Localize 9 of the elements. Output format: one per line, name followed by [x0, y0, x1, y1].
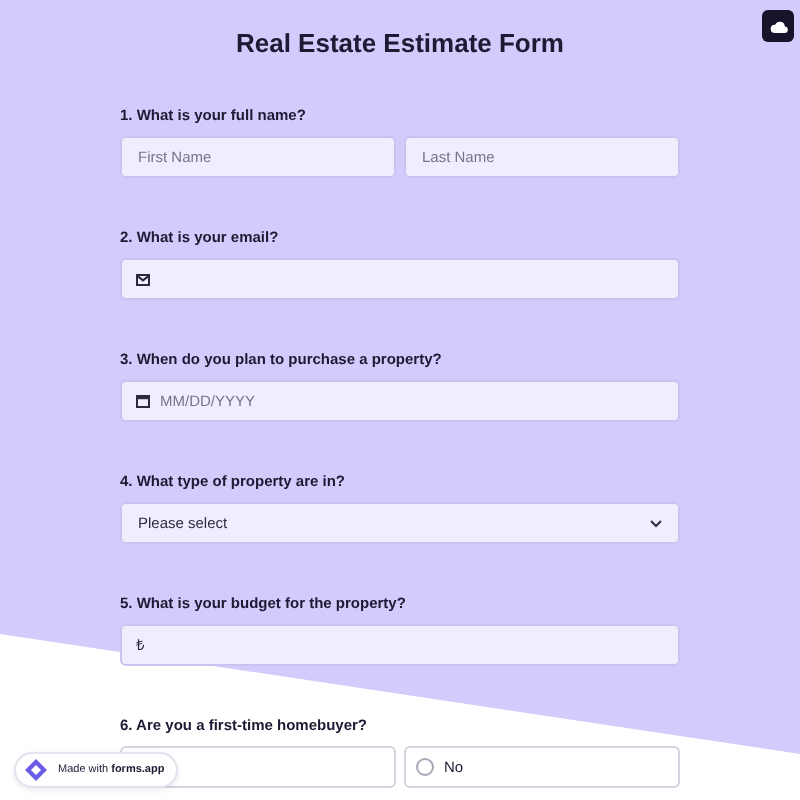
input-field[interactable]	[120, 258, 680, 300]
envelope-icon	[136, 274, 150, 286]
cloud-icon[interactable]	[762, 10, 794, 42]
form-title: Real Estate Estimate Form	[233, 26, 566, 60]
input-field[interactable]	[120, 624, 680, 666]
calendar-icon	[136, 394, 150, 408]
radio-button[interactable]	[416, 758, 434, 776]
logo-icon	[24, 758, 48, 782]
chevron-down-icon	[650, 519, 662, 527]
